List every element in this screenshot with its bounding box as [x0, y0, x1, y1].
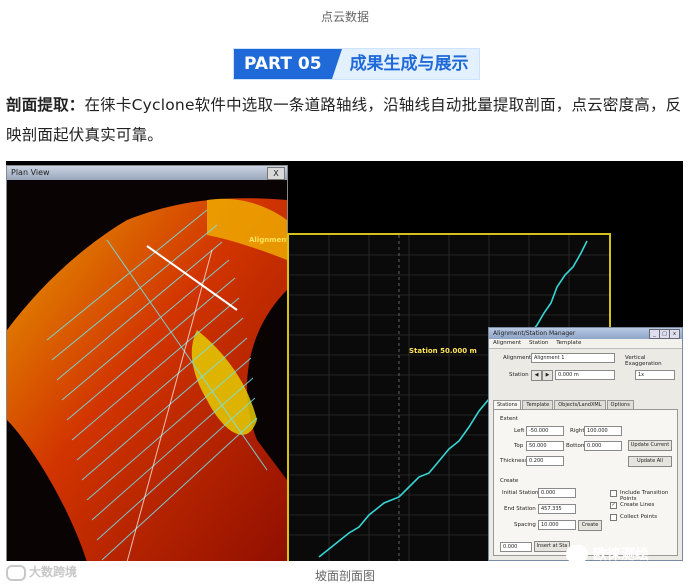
spacing-label: Spacing — [514, 522, 536, 528]
point-cloud-canvas: Alignment — [7, 198, 287, 561]
bottom-caption: 坡面剖面图 — [314, 569, 375, 583]
thickness-label: Thickness — [500, 458, 528, 464]
include-transition-label: Include Transition Points — [620, 490, 669, 502]
alignment-label: Alignment — [503, 355, 532, 361]
create-button[interactable]: Create — [578, 520, 602, 531]
part-number: PART 05 — [234, 49, 342, 79]
insert-station-field[interactable]: 0.000 — [500, 542, 532, 552]
station-prev-button[interactable]: ◀ — [531, 370, 542, 381]
dialog-tabs: Stations Template Objects/LandXML Option… — [493, 400, 635, 409]
include-transition-checkbox[interactable] — [610, 490, 617, 497]
end-station-label: End Station — [504, 506, 536, 512]
menu-station[interactable]: Station — [529, 340, 549, 346]
top-label: Top — [514, 443, 524, 449]
station-label: Station 50.000 m — [409, 347, 477, 355]
create-lines-label: Create Lines — [620, 502, 655, 508]
watermark-right-text: 欧徕测绘 — [593, 547, 649, 561]
right-field[interactable]: 100.000 — [584, 426, 622, 436]
initial-station-label: Initial Station — [502, 490, 539, 496]
create-lines-checkbox[interactable]: ✓ — [610, 502, 617, 509]
alignment-label: Alignment — [249, 236, 287, 244]
alignment-select[interactable]: Alignment 1 — [531, 353, 615, 363]
top-field[interactable]: 50.000 — [526, 441, 564, 451]
left-field[interactable]: -50.000 — [526, 426, 564, 436]
menu-alignment[interactable]: Alignment — [493, 340, 521, 346]
initial-station-field[interactable]: 0.000 — [538, 488, 576, 498]
tab-options[interactable]: Options — [606, 400, 634, 409]
create-label: Create — [500, 478, 519, 484]
plan-view-title: Plan View — [11, 168, 50, 177]
tab-template[interactable]: Template — [522, 400, 554, 409]
section-banner: PART 05 成果生成与展示 — [234, 49, 479, 79]
thickness-field[interactable]: 0.200 — [526, 456, 564, 466]
vertical-exag-label: Vertical Exaggeration — [625, 355, 662, 367]
collect-points-label: Collect Points — [620, 514, 658, 520]
right-label: Right — [570, 428, 585, 434]
left-label: Left — [514, 428, 525, 434]
menu-template[interactable]: Template — [556, 340, 581, 346]
update-all-button[interactable]: Update All — [628, 456, 672, 467]
station-next-button[interactable]: ▶ — [542, 370, 553, 381]
plan-view-window: Plan View X Alignment — [6, 165, 288, 561]
point-cloud-slope — [7, 198, 287, 561]
update-current-button[interactable]: Update Current — [628, 440, 672, 451]
top-caption: 点云数据 — [320, 10, 369, 24]
plan-view-titlebar: Plan View X — [7, 166, 287, 180]
station-select[interactable]: 0.000 m — [555, 370, 615, 380]
alignment-station-dialog: Alignment/Station Manager _ □ x Alignmen… — [488, 327, 683, 561]
paragraph-text: 在徕卡Cyclone软件中选取一条道路轴线，沿轴线自动批量提取剖面，点云密度高，… — [6, 96, 682, 144]
bottom-field[interactable]: 0.000 — [584, 441, 622, 451]
spacing-field[interactable]: 10.000 — [538, 520, 576, 530]
vertical-exag-select[interactable]: 1x — [635, 370, 675, 380]
dialog-title: Alignment/Station Manager — [493, 330, 576, 337]
body-paragraph: 剖面提取：在徕卡Cyclone软件中选取一条道路轴线，沿轴线自动批量提取剖面，点… — [6, 90, 686, 150]
dialog-menu: Alignment Station Template — [489, 339, 682, 349]
stations-pane: Extent Left -50.000 Right 100.000 Top 50… — [493, 409, 678, 556]
part-title: 成果生成与展示 — [331, 49, 479, 79]
station-label: Station — [509, 372, 529, 378]
tab-stations[interactable]: Stations — [493, 400, 522, 409]
dialog-titlebar: Alignment/Station Manager _ □ x — [489, 328, 682, 339]
paragraph-lead: 剖面提取： — [6, 96, 85, 114]
insert-at-station-button[interactable]: Insert at Sta — [534, 541, 570, 552]
watermark-right: 欧徕测绘 — [566, 544, 649, 561]
end-station-field[interactable]: 457.335 — [538, 504, 576, 514]
close-icon[interactable]: x — [669, 329, 680, 339]
extent-label: Extent — [500, 416, 518, 422]
tab-objects-landxml[interactable]: Objects/LandXML — [554, 400, 606, 409]
wechat-icon — [566, 545, 588, 561]
collect-points-checkbox[interactable] — [610, 514, 617, 521]
software-screenshot: Plan View X Alignment Station 50.000 m A… — [6, 161, 683, 561]
close-icon[interactable]: X — [267, 167, 285, 180]
